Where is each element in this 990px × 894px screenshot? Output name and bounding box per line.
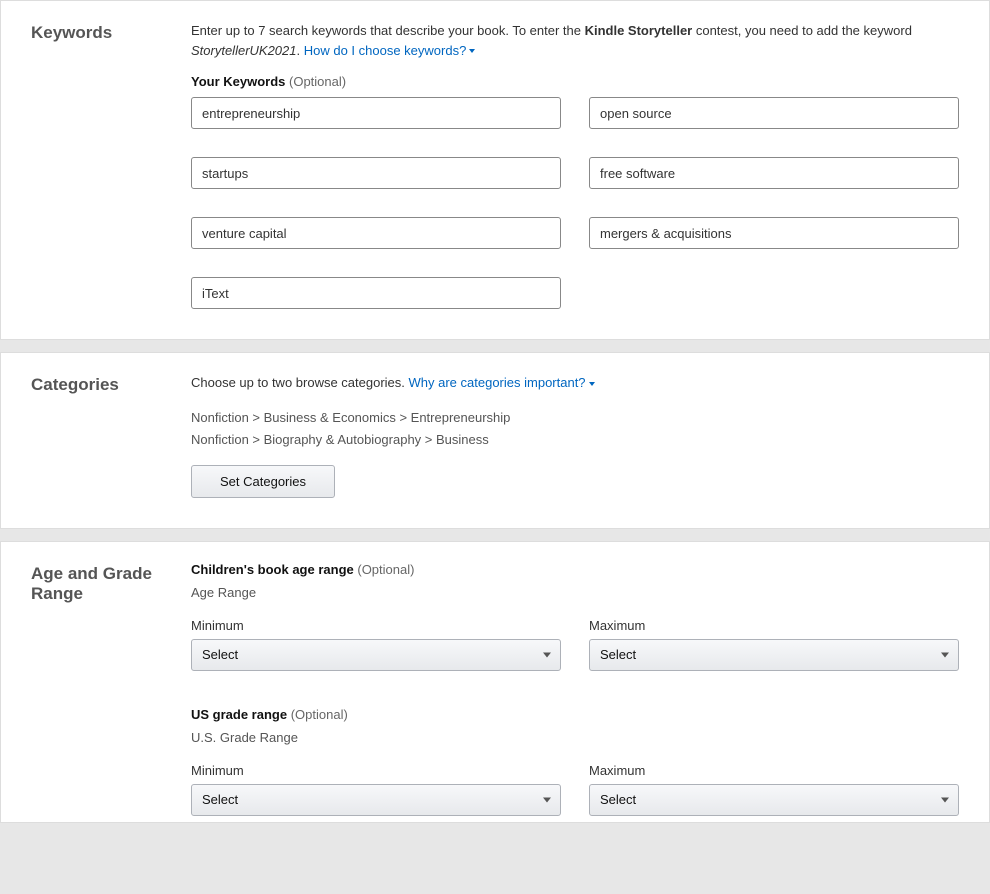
categories-title: Categories <box>31 373 191 498</box>
category-item: Nonfiction > Business & Economics > Entr… <box>191 407 959 429</box>
chevron-down-icon <box>469 49 475 53</box>
age-subhead: Age Range <box>191 585 959 600</box>
age-grade-section: Age and Grade Range Children's book age … <box>0 541 990 823</box>
keywords-section: Keywords Enter up to 7 search keywords t… <box>0 0 990 340</box>
keyword-input-5[interactable] <box>191 217 561 249</box>
your-keywords-label: Your Keywords (Optional) <box>191 74 959 89</box>
chevron-down-icon <box>589 382 595 386</box>
age-max-label: Maximum <box>589 618 959 633</box>
grade-max-label: Maximum <box>589 763 959 778</box>
grade-min-label: Minimum <box>191 763 561 778</box>
age-min-select[interactable]: Select <box>191 639 561 671</box>
categories-section: Categories Choose up to two browse categ… <box>0 352 990 529</box>
category-item: Nonfiction > Biography & Autobiography >… <box>191 429 959 451</box>
keywords-title: Keywords <box>31 21 191 309</box>
keyword-input-7[interactable] <box>191 277 561 309</box>
keyword-input-2[interactable] <box>589 97 959 129</box>
age-grade-title: Age and Grade Range <box>31 562 191 816</box>
keyword-input-3[interactable] <box>191 157 561 189</box>
keywords-help-link[interactable]: How do I choose keywords? <box>304 43 476 58</box>
keywords-grid <box>191 97 959 309</box>
age-max-select[interactable]: Select <box>589 639 959 671</box>
keyword-input-4[interactable] <box>589 157 959 189</box>
set-categories-button[interactable]: Set Categories <box>191 465 335 498</box>
grade-max-select[interactable]: Select <box>589 784 959 816</box>
grade-min-select[interactable]: Select <box>191 784 561 816</box>
keyword-input-6[interactable] <box>589 217 959 249</box>
grade-heading: US grade range (Optional) <box>191 707 959 722</box>
keyword-input-1[interactable] <box>191 97 561 129</box>
categories-help-link[interactable]: Why are categories important? <box>409 375 595 390</box>
grade-subhead: U.S. Grade Range <box>191 730 959 745</box>
age-min-label: Minimum <box>191 618 561 633</box>
age-heading: Children's book age range (Optional) <box>191 562 959 577</box>
categories-hint: Choose up to two browse categories. Why … <box>191 373 959 393</box>
categories-list: Nonfiction > Business & Economics > Entr… <box>191 407 959 451</box>
keywords-hint: Enter up to 7 search keywords that descr… <box>191 21 959 60</box>
